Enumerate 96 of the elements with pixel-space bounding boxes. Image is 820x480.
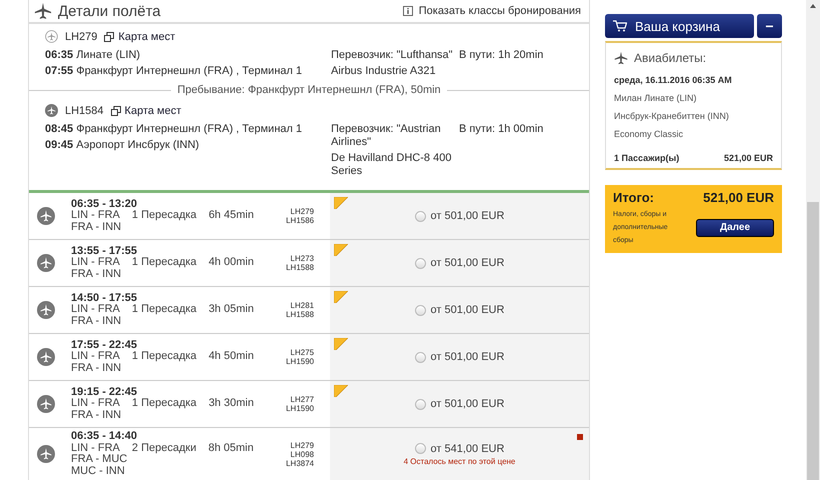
subtotal-text: 521,00 EUR bbox=[724, 153, 773, 163]
date-text: среда, 16.11.2016 06:35 AM bbox=[614, 75, 733, 85]
fare-radio[interactable]: от 501,00 EUR bbox=[414, 257, 504, 269]
origin-text: Милан Линате (LIN) bbox=[614, 93, 698, 103]
info-icon bbox=[402, 6, 413, 16]
scrollbar[interactable] bbox=[806, 0, 820, 480]
section-title: Детали полёта bbox=[58, 2, 162, 20]
flight-code: LH1590 bbox=[286, 357, 314, 366]
carrier-text: Перевозчик: "Austrian Airlines" bbox=[331, 123, 442, 149]
fare-radio[interactable]: от 501,00 EUR bbox=[414, 210, 504, 222]
route-text: LIN - FRA bbox=[71, 304, 120, 316]
flight-code: LH098 bbox=[290, 450, 314, 458]
route-text: LIN - FRA bbox=[71, 210, 120, 222]
windows-icon bbox=[110, 106, 121, 116]
airline-logo-icon bbox=[45, 30, 58, 43]
duration-text: 8h 05min bbox=[208, 442, 254, 454]
airplane-icon bbox=[614, 51, 628, 65]
booking-classes-link[interactable]: Показать классы бронирования bbox=[402, 5, 581, 17]
route-text: LIN - FRA bbox=[71, 442, 120, 454]
stops-text: 2 Пересадки bbox=[132, 442, 196, 454]
departure-text: 08:45 Франкфурт Интернешнл (FRA) , Терминал 1 bbox=[45, 123, 303, 136]
windows-icon bbox=[104, 32, 114, 42]
flight-times: 06:35 - 13:20 bbox=[71, 198, 138, 210]
flight-code: LH1588 bbox=[286, 310, 314, 319]
route-text: FRA - INN bbox=[71, 222, 122, 234]
route-text: FRA - INN bbox=[71, 362, 122, 374]
fare-radio[interactable]: от 501,00 EUR bbox=[414, 304, 504, 316]
seat-map-link[interactable]: Карта мест bbox=[110, 104, 182, 116]
cart-section-title: Авиабилеты: bbox=[634, 51, 706, 65]
seats-left-note: 4 Осталось мест по этой цене bbox=[404, 456, 516, 466]
route-text: LIN - FRA bbox=[71, 398, 120, 410]
arrival-text: 07:55 Франкфурт Интернешнл (FRA) , Терминал 1 bbox=[45, 65, 303, 78]
flight-times: 14:50 - 17:55 bbox=[71, 292, 138, 304]
flight-code: LH277 bbox=[290, 395, 314, 404]
scroll-up-arrow-icon[interactable] bbox=[810, 4, 816, 8]
seat-map-link[interactable]: Карта мест bbox=[104, 30, 176, 42]
route-text: FRA - INN bbox=[71, 268, 122, 280]
duration-text: 6h 45min bbox=[208, 210, 254, 222]
duration-text: В пути: 1h 00min bbox=[459, 123, 544, 136]
airplane-icon bbox=[37, 348, 55, 366]
flight-times: 13:55 - 17:55 bbox=[71, 246, 138, 257]
carrier-text: Перевозчик: "Lufthansa" bbox=[331, 49, 454, 62]
fare-radio[interactable]: от 501,00 EUR bbox=[414, 398, 504, 410]
total-label: Итого: bbox=[613, 190, 655, 205]
cart-button[interactable]: Ваша корзина bbox=[605, 14, 754, 38]
fare-radio[interactable]: от 501,00 EUR bbox=[414, 351, 504, 363]
duration-text: В пути: 1h 20min bbox=[459, 49, 544, 62]
stops-text: 1 Пересадка bbox=[132, 398, 197, 410]
fare-class-text: Economy Classic bbox=[614, 129, 684, 139]
aircraft-text: Airbus Industrie A321 bbox=[331, 65, 437, 78]
stops-text: 1 Пересадка bbox=[132, 210, 197, 222]
flight-code: LH279 bbox=[290, 440, 314, 450]
airplane-icon bbox=[37, 301, 55, 319]
arrival-text: 09:45 Аэропорт Инсбрук (INN) bbox=[45, 139, 200, 152]
flight-number: LH279 bbox=[65, 30, 98, 42]
flight-code: LH273 bbox=[290, 254, 314, 263]
stops-text: 1 Пересадка bbox=[132, 304, 197, 316]
airplane-icon bbox=[37, 395, 55, 413]
departure-text: 06:35 Линате (LIN) bbox=[45, 49, 142, 62]
airplane-icon bbox=[34, 2, 52, 20]
destination-text: Инсбрук-Кранебиттен (INN) bbox=[614, 111, 730, 121]
cart-icon bbox=[613, 20, 627, 32]
aircraft-text: De Havilland DHC-8 400 Series bbox=[331, 152, 452, 178]
layover-text: Пребывание: Франкфурт Интернешнл (FRA), 50min bbox=[29, 84, 589, 96]
duration-text: 3h 05min bbox=[208, 304, 254, 316]
stops-text: 1 Пересадка bbox=[132, 351, 197, 363]
flight-code: LH1590 bbox=[286, 404, 314, 413]
next-button[interactable]: Далее bbox=[696, 218, 774, 236]
route-text: FRA - INN bbox=[71, 410, 122, 422]
flight-code: LH1588 bbox=[286, 263, 314, 272]
flight-code: LH1586 bbox=[286, 216, 314, 225]
passengers-text: 1 Пассажир(ы) bbox=[614, 153, 680, 163]
duration-text: 4h 50min bbox=[208, 351, 254, 363]
flight-times: 17:55 - 22:45 bbox=[71, 340, 138, 351]
airplane-icon bbox=[37, 445, 55, 463]
route-text: FRA - MUC bbox=[71, 454, 128, 466]
duration-text: 3h 30min bbox=[208, 398, 254, 410]
route-text: FRA - INN bbox=[71, 316, 122, 328]
total-price: 521,00 EUR bbox=[702, 190, 774, 205]
duration-text: 4h 00min bbox=[208, 257, 254, 269]
collapse-button[interactable]: − bbox=[757, 14, 782, 38]
route-text: LIN - FRA bbox=[71, 257, 120, 269]
flight-code: LH3874 bbox=[286, 458, 314, 468]
airplane-icon bbox=[37, 254, 55, 272]
flight-number: LH1584 bbox=[65, 104, 104, 116]
flight-code: LH281 bbox=[290, 301, 314, 310]
stops-text: 1 Пересадка bbox=[132, 257, 197, 269]
route-text: LIN - FRA bbox=[71, 351, 120, 363]
fare-radio[interactable]: от 541,00 EUR bbox=[414, 442, 504, 454]
airplane-icon bbox=[45, 104, 58, 117]
flight-times: 19:15 - 22:45 bbox=[71, 386, 138, 398]
flight-code: LH279 bbox=[290, 207, 314, 216]
route-text: MUC - INN bbox=[71, 466, 126, 477]
airplane-icon bbox=[37, 207, 55, 225]
flight-times: 06:35 - 14:40 bbox=[71, 431, 138, 442]
flight-code: LH275 bbox=[290, 348, 314, 357]
